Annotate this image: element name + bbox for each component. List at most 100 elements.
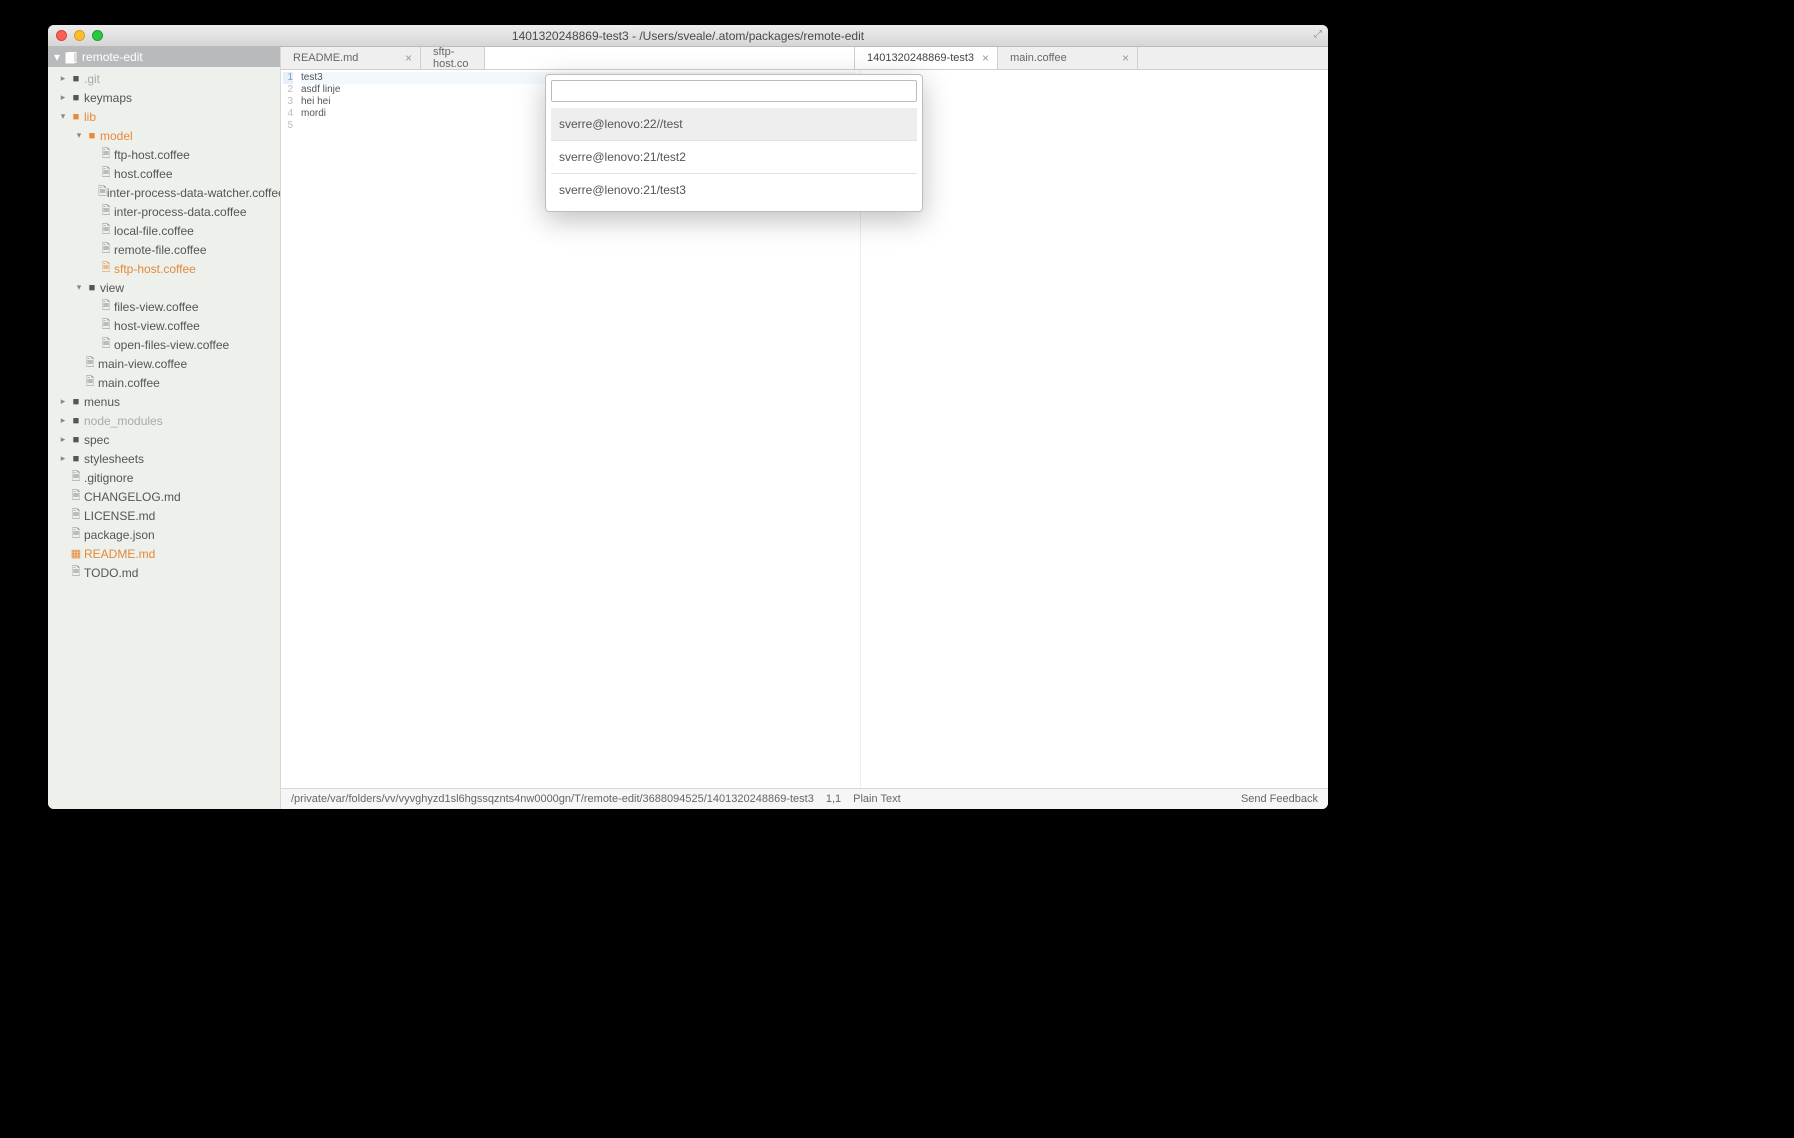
close-window-button[interactable] (56, 30, 67, 41)
tree-label: stylesheets (84, 452, 144, 466)
tree-label: package.json (84, 528, 155, 542)
zoom-window-button[interactable] (92, 30, 103, 41)
palette-item[interactable]: sverre@lenovo:21/test2 (551, 141, 917, 174)
tab-main-coffee[interactable]: main.coffee × (998, 47, 1138, 69)
file-icon: 🗎 (68, 563, 84, 582)
tree-file-todo[interactable]: 🗎 TODO.md (48, 563, 280, 582)
tree-file-ftp-host[interactable]: 🗎 ftp-host.coffee (48, 145, 280, 164)
tree-file-remote-file[interactable]: 🗎 remote-file.coffee (48, 240, 280, 259)
command-palette[interactable]: sverre@lenovo:22//test sverre@lenovo:21/… (545, 74, 923, 212)
close-icon[interactable]: × (1122, 51, 1129, 65)
tree-folder-model[interactable]: ▾ ■ model (48, 126, 280, 145)
chevron-right-icon: ▸ (58, 415, 68, 426)
close-icon[interactable]: × (405, 51, 412, 65)
tree-file-sftp-host[interactable]: 🗎 sftp-host.coffee (48, 259, 280, 278)
tree-folder-git[interactable]: ▸ ■ .git (48, 69, 280, 88)
file-icon: 🗎 (98, 183, 107, 202)
tree-file-gitignore[interactable]: 🗎 .gitignore (48, 468, 280, 487)
file-icon: 🗎 (82, 373, 98, 392)
minimize-window-button[interactable] (74, 30, 85, 41)
titlebar[interactable]: 1401320248869-test3 - /Users/sveale/.ato… (48, 25, 1328, 47)
tree-label: menus (84, 395, 120, 409)
tree-file-package-json[interactable]: 🗎 package.json (48, 525, 280, 544)
status-cursor-position[interactable]: 1,1 (826, 793, 841, 805)
tree-folder-stylesheets[interactable]: ▸ ■ stylesheets (48, 449, 280, 468)
file-icon: 🗎 (98, 297, 114, 316)
folder-open-icon: ■ (68, 111, 84, 123)
file-icon: 🗎 (98, 316, 114, 335)
tree-label: CHANGELOG.md (84, 490, 181, 504)
status-bar: /private/var/folders/vv/vyvghyzd1sl6hgss… (281, 788, 1328, 809)
book-icon (65, 50, 77, 64)
tree-label: sftp-host.coffee (114, 262, 196, 276)
tree-file-main-view[interactable]: 🗎 main-view.coffee (48, 354, 280, 373)
palette-input[interactable] (551, 80, 917, 102)
tree-file-ipdw[interactable]: 🗎 inter-process-data-watcher.coffee (48, 183, 280, 202)
tab-label: main.coffee (1010, 52, 1067, 64)
tree-file-open-files-view[interactable]: 🗎 open-files-view.coffee (48, 335, 280, 354)
tree-label: inter-process-data-watcher.coffee (107, 186, 281, 200)
send-feedback-link[interactable]: Send Feedback (1241, 793, 1318, 805)
tree-label: .git (84, 72, 100, 86)
tree-label: inter-process-data.coffee (114, 205, 247, 219)
tree-folder-view[interactable]: ▾ ■ view (48, 278, 280, 297)
tree-file-host[interactable]: 🗎 host.coffee (48, 164, 280, 183)
tree-folder-lib[interactable]: ▾ ■ lib (48, 107, 280, 126)
tree-folder-keymaps[interactable]: ▸ ■ keymaps (48, 88, 280, 107)
tree-label: LICENSE.md (84, 509, 155, 523)
tree-folder-menus[interactable]: ▸ ■ menus (48, 392, 280, 411)
folder-icon: ■ (84, 282, 100, 294)
tab-readme[interactable]: README.md × (281, 47, 421, 69)
chevron-down-icon: ▾ (54, 50, 60, 64)
fullscreen-icon[interactable]: ⤢ (1314, 29, 1322, 40)
status-file-path[interactable]: /private/var/folders/vv/vyvghyzd1sl6hgss… (291, 793, 814, 805)
tab-sftp-host[interactable]: sftp-host.co (421, 47, 485, 69)
file-icon: 🗎 (98, 335, 114, 354)
tree-file-readme[interactable]: ▦ README.md (48, 544, 280, 563)
project-root[interactable]: ▾ remote-edit (48, 47, 280, 67)
tab-test3[interactable]: 1401320248869-test3 × (855, 47, 998, 69)
tab-hidden-under-palette[interactable] (485, 47, 855, 69)
chevron-right-icon: ▸ (58, 73, 68, 84)
gutter: 1 2 3 4 5 (281, 70, 297, 788)
status-left: /private/var/folders/vv/vyvghyzd1sl6hgss… (291, 793, 901, 805)
tree-label: keymaps (84, 91, 132, 105)
folder-icon: ■ (68, 453, 84, 465)
tree-file-local-file[interactable]: 🗎 local-file.coffee (48, 221, 280, 240)
tree-folder-spec[interactable]: ▸ ■ spec (48, 430, 280, 449)
tree-file-files-view[interactable]: 🗎 files-view.coffee (48, 297, 280, 316)
status-grammar[interactable]: Plain Text (853, 793, 901, 805)
tree-file-changelog[interactable]: 🗎 CHANGELOG.md (48, 487, 280, 506)
tab-label: 1401320248869-test3 (867, 52, 974, 64)
folder-open-icon: ■ (84, 130, 100, 142)
tree-label: spec (84, 433, 109, 447)
wrap-guide (860, 70, 1328, 788)
folder-icon: ■ (68, 73, 84, 85)
folder-icon: ■ (68, 434, 84, 446)
chevron-right-icon: ▸ (58, 434, 68, 445)
palette-item[interactable]: sverre@lenovo:22//test (551, 108, 917, 141)
tree-label: remote-file.coffee (114, 243, 207, 257)
app-window: 1401320248869-test3 - /Users/sveale/.ato… (48, 25, 1328, 809)
tree-folder-node-modules[interactable]: ▸ ■ node_modules (48, 411, 280, 430)
palette-results: sverre@lenovo:22//test sverre@lenovo:21/… (551, 108, 917, 206)
line-number: 1 (283, 72, 293, 84)
palette-item[interactable]: sverre@lenovo:21/test3 (551, 174, 917, 206)
tree-file-main[interactable]: 🗎 main.coffee (48, 373, 280, 392)
tree-view-sidebar[interactable]: ▾ remote-edit ▸ ■ .git ▸ ■ keymaps (48, 47, 281, 809)
tree-label: host.coffee (114, 167, 173, 181)
tree-label: open-files-view.coffee (114, 338, 229, 352)
tab-bar[interactable]: README.md × sftp-host.co 1401320248869-t… (281, 47, 1328, 70)
file-icon: 🗎 (68, 487, 84, 506)
traffic-lights (48, 30, 103, 41)
close-icon[interactable]: × (982, 51, 989, 65)
file-icon: 🗎 (68, 468, 84, 487)
tree-file-ipd[interactable]: 🗎 inter-process-data.coffee (48, 202, 280, 221)
tree-file-license[interactable]: 🗎 LICENSE.md (48, 506, 280, 525)
line-number: 2 (283, 84, 293, 96)
tab-label: sftp-host.co (433, 46, 476, 70)
window-title: 1401320248869-test3 - /Users/sveale/.ato… (48, 29, 1328, 43)
chevron-down-icon: ▾ (74, 282, 84, 293)
line-number: 5 (283, 120, 293, 132)
tree-file-host-view[interactable]: 🗎 host-view.coffee (48, 316, 280, 335)
